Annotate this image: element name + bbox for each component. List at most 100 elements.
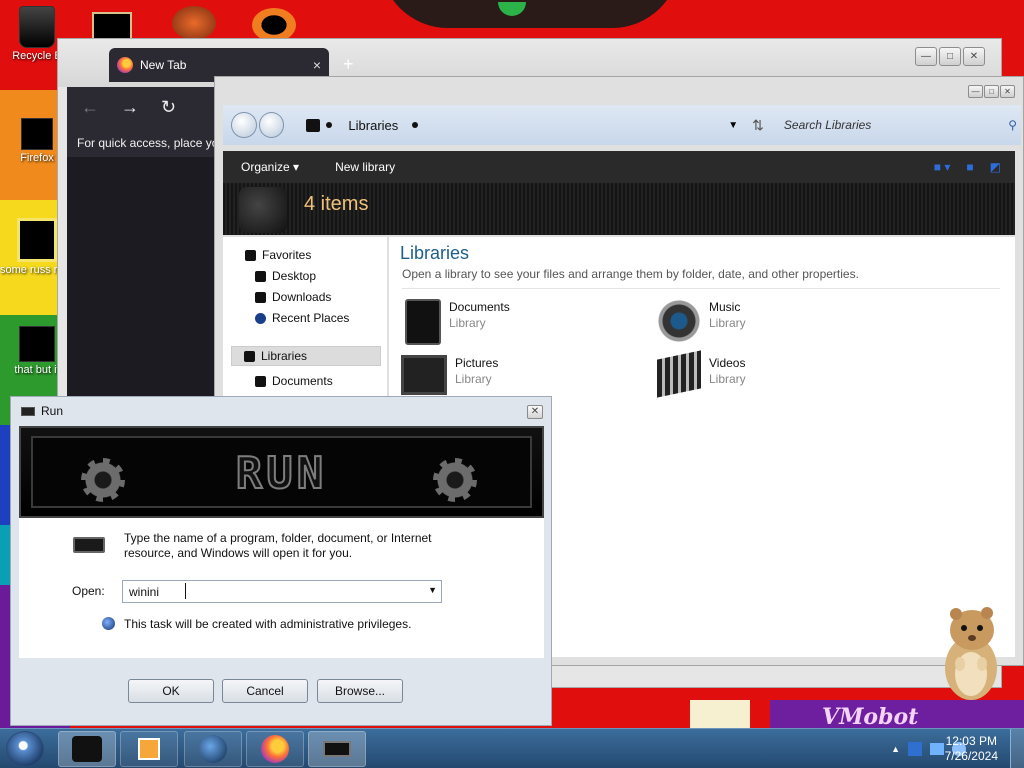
nav-item-downloads[interactable]: Downloads [255,290,331,304]
search-placeholder: Search Libraries [783,118,872,132]
address-bar: Libraries ▼ ⇅ Search Libraries ⚲ [223,105,1021,145]
taskbar-ie[interactable] [184,731,242,767]
nav-label: Favorites [262,248,312,262]
nav-label: Desktop [272,269,317,283]
show-desktop-button[interactable] [1010,729,1024,768]
organize-button[interactable]: Organize ▾ [223,160,317,174]
library-type: Library [449,316,486,330]
recycle-bin-icon [19,6,55,48]
desktop-icon-partial[interactable] [252,8,296,42]
wallpaper-shape [690,700,750,728]
libraries-icon [306,118,321,132]
dialog-title: Run [41,404,64,418]
divider [402,288,1000,289]
dialog-body: Type the name of a program, folder, docu… [19,518,544,658]
back-icon[interactable]: ← [81,97,99,118]
recent-places-icon [255,312,266,324]
close-button[interactable]: ✕ [527,405,543,419]
library-name: Music [709,300,741,314]
details-banner: 4 items [223,183,1015,235]
library-item-music[interactable]: Music Library [657,299,746,343]
run-icon [73,537,105,553]
taskbar-firefox[interactable] [246,731,304,767]
ok-button[interactable]: OK [128,679,214,703]
navigation-pane: Favorites Desktop Downloads Recent Place… [223,237,387,397]
admin-shield-icon [102,617,115,630]
search-input[interactable]: Search Libraries ⚲ [784,118,1021,132]
hamster-image [945,607,997,700]
wallpaper-logo-text: VMobot [822,704,919,728]
nav-item-libraries[interactable]: Libraries [231,346,381,366]
network-icon[interactable] [930,743,944,755]
open-input-value[interactable]: winini [129,585,159,599]
browse-button[interactable]: Browse... [317,679,403,703]
action-center-icon[interactable] [908,742,922,756]
firefox-icon [117,57,133,73]
documents-icon [255,375,266,387]
libraries-icon [244,350,255,362]
documents-library-icon [405,299,441,345]
chevron-down-icon[interactable]: ▼ [428,585,437,595]
new-tab-button[interactable]: + [343,54,354,75]
command-bar: Organize ▾ New library ■ ▾ ■ ◩ [223,151,1015,183]
admin-note: This task will be created with administr… [124,617,412,631]
search-icon[interactable]: ⚲ [1008,118,1017,132]
help-icon[interactable]: ◩ [990,160,1001,174]
back-icon[interactable] [231,112,257,138]
breadcrumb-separator-icon [412,122,419,128]
taskbar-media-player[interactable] [120,731,178,767]
change-view-icon[interactable]: ■ ▾ [934,160,951,174]
taskbar-libraries[interactable] [58,731,116,767]
libraries-large-icon [239,187,287,233]
cancel-button[interactable]: Cancel [222,679,308,703]
tab-close-icon[interactable]: × [313,57,321,73]
open-label: Open: [72,584,105,598]
videos-library-icon [657,350,701,398]
minimize-button[interactable]: — [968,85,983,98]
nav-label: Recent Places [272,311,350,325]
library-item-videos[interactable]: Videos Library [657,350,746,398]
show-hidden-icons-icon[interactable]: ▲ [891,744,900,754]
music-library-icon [657,299,701,343]
breadcrumb-separator-icon [326,122,333,128]
library-item-pictures[interactable]: Pictures Library [401,355,498,395]
navigation-toolbar: ← → ↻ [67,87,227,127]
reload-icon[interactable]: ↻ [161,97,176,118]
pictures-library-icon [401,355,447,395]
new-library-button[interactable]: New library [317,160,413,174]
nav-item-recent-places[interactable]: Recent Places [255,311,349,325]
item-count: 4 items [304,193,369,215]
close-button[interactable]: ✕ [1000,85,1015,98]
globe-icon [199,735,227,763]
desktop-icon-partial[interactable] [172,6,216,40]
preview-pane-icon[interactable]: ■ [966,160,973,174]
nav-label: Downloads [272,290,332,304]
library-item-documents[interactable]: Documents Library [405,299,510,345]
maximize-button[interactable]: □ [984,85,999,98]
library-name: Documents [449,300,510,314]
forward-icon[interactable] [258,112,285,138]
close-button[interactable]: ✕ [963,47,985,66]
refresh-icon[interactable]: ⇅ [752,117,764,134]
breadcrumb[interactable]: Libraries [306,118,419,133]
taskbar-run[interactable] [308,731,366,767]
nav-label: Libraries [261,349,308,363]
page-title: Libraries [400,243,470,263]
maximize-button[interactable]: □ [939,47,961,66]
firefox-icon [21,118,53,150]
nav-item-desktop[interactable]: Desktop [255,269,316,283]
nav-item-favorites[interactable]: Favorites [245,248,311,262]
breadcrumb-item[interactable]: Libraries [348,118,398,133]
wallpaper-character [380,0,680,28]
nav-item-documents[interactable]: Documents [255,374,333,388]
minimize-button[interactable]: — [915,47,937,66]
open-combobox[interactable]: winini ▼ [122,580,442,603]
history-dropdown-icon[interactable]: ▼ [728,120,738,131]
clock[interactable]: 12:03 PM 7/26/2024 [945,734,998,764]
favorites-icon [245,249,256,261]
bookmarks-toolbar: For quick access, place yo [67,127,227,157]
library-name: Pictures [455,356,499,370]
forward-icon[interactable]: → [121,97,139,118]
start-button[interactable] [6,731,44,767]
library-name: Videos [709,356,746,370]
